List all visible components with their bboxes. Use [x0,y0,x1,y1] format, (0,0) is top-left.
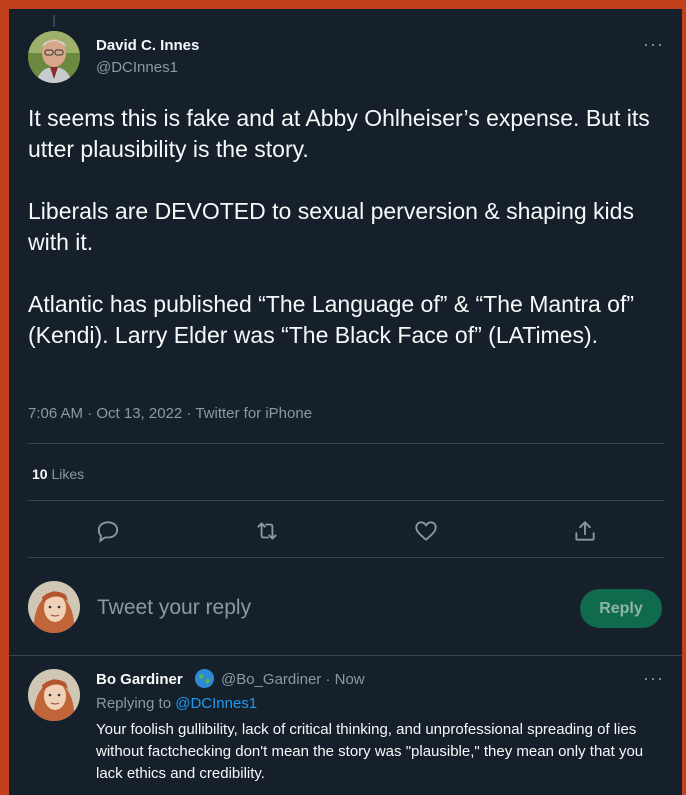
likes-count[interactable]: 10 Likes [32,466,84,482]
retweet-icon[interactable] [254,518,280,544]
reply-icon[interactable] [95,518,121,544]
reply-time[interactable]: · Now [325,671,364,688]
replying-to: Replying to @DCInnes1 [96,695,257,712]
reply-author-avatar[interactable] [28,669,80,721]
reply-button[interactable]: Reply [580,589,662,628]
reply-author-name[interactable]: Bo Gardiner [96,671,183,688]
tweet-timestamp[interactable]: 7:06 AM · Oct 13, 2022 · Twitter for iPh… [28,405,312,422]
tweet-text: It seems this is fake and at Abby Ohlhei… [28,105,650,348]
heart-icon[interactable] [413,518,439,544]
divider [28,443,664,444]
globe-icon [195,669,214,688]
replying-to-label: Replying to [96,695,172,712]
window-frame-right [682,0,686,795]
more-options-icon[interactable]: ··· [643,34,664,55]
divider [28,500,664,501]
window-frame-left [0,0,9,795]
thread-connector-line [53,15,55,27]
author-avatar[interactable] [28,31,80,83]
reply-handle-text[interactable]: @Bo_Gardiner [221,671,321,688]
author-name[interactable]: David C. Innes [96,37,199,54]
reply-input[interactable]: Tweet your reply [97,596,251,620]
share-icon[interactable] [572,518,598,544]
replying-to-mention[interactable]: @DCInnes1 [175,695,257,712]
divider [9,655,682,656]
reply-author-handle[interactable]: @Bo_Gardiner · Now [221,671,365,688]
divider [28,557,664,558]
reply-text: Your foolish gullibility, lack of critic… [96,721,644,782]
window-frame-top [0,0,686,9]
reply-more-options-icon[interactable]: ··· [643,668,664,689]
likes-number: 10 [32,466,48,482]
user-avatar[interactable] [28,581,80,633]
likes-label: Likes [51,466,85,482]
author-handle[interactable]: @DCInnes1 [96,59,178,76]
